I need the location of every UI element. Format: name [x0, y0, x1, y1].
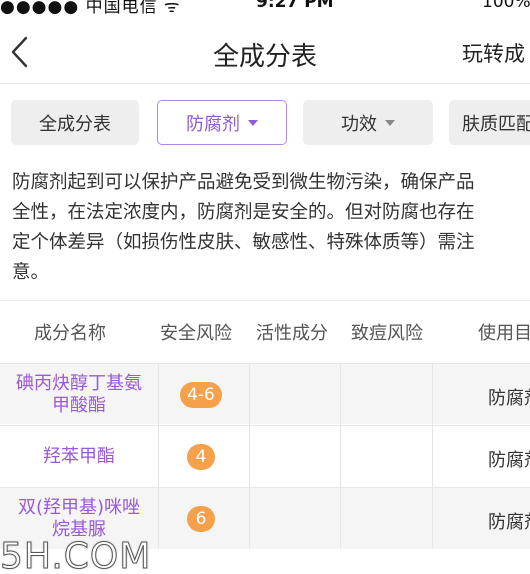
ingredient-name-line: 甲酸酯	[52, 394, 106, 416]
usage-purpose: 防腐剂	[488, 450, 530, 471]
status-time: 9:27 PM	[256, 0, 334, 12]
ingredient-name-line: 碘丙炔醇丁基氨	[16, 372, 142, 394]
column-divider	[432, 488, 433, 549]
filter-all-ingredients[interactable]: 全成分表	[11, 100, 139, 145]
filter-preservatives[interactable]: 防腐剂	[157, 100, 287, 145]
table-row[interactable]: 羟苯甲酯 4 防腐剂	[0, 425, 530, 487]
filter-skin-match[interactable]: 肤质匹配	[449, 100, 530, 145]
column-header-active: 活性成分	[256, 323, 328, 344]
page-title: 全成分表	[212, 42, 317, 72]
status-bar: ●●●●● 中国电信 ᯤ 9:27 PM 100%	[0, 0, 530, 17]
description-line: 防腐剂起到可以保护产品避免受到微生物污染，确保产品	[12, 172, 475, 193]
risk-badge: 4	[187, 444, 215, 470]
ingredient-name-line: 羟苯甲酯	[43, 445, 115, 467]
description-line: 全性，在法定浓度内，防腐剂是安全的。但对防腐也存在	[12, 202, 475, 223]
ingredient-name-line: 双(羟甲基)咪唑	[17, 496, 141, 518]
column-header-safety: 安全风险	[160, 323, 232, 344]
ingredient-name[interactable]: 碘丙炔醇丁基氨 甲酸酯	[0, 364, 158, 425]
caret-down-icon	[385, 119, 395, 126]
column-divider	[340, 426, 341, 487]
usage-purpose: 防腐剂	[488, 512, 530, 533]
nav-bar: 全成分表 玩转成	[0, 22, 530, 84]
column-divider	[340, 488, 341, 549]
column-header-use: 使用目	[478, 323, 530, 344]
table-row[interactable]: 碘丙炔醇丁基氨 甲酸酯 4-6 防腐剂	[0, 363, 530, 425]
filter-label: 肤质匹配	[462, 113, 530, 135]
column-divider	[249, 364, 250, 425]
filter-tabs: 全成分表 防腐剂 功效 肤质匹配	[0, 100, 530, 146]
filter-label: 防腐剂	[186, 113, 240, 135]
filter-label: 全成分表	[39, 113, 111, 135]
description-text: 防腐剂起到可以保护产品避免受到微生物污染，确保产品 全性，在法定浓度内，防腐剂是…	[12, 168, 530, 288]
column-divider	[158, 488, 159, 549]
column-divider	[249, 488, 250, 549]
caret-down-icon	[248, 119, 258, 126]
column-divider	[249, 426, 250, 487]
description-line: 定个体差异（如损伤性皮肤、敏感性、特殊体质等）需注	[12, 232, 475, 253]
usage-purpose: 防腐剂	[488, 388, 530, 409]
carrier-label: ●●●●● 中国电信 ᯤ	[0, 0, 181, 17]
battery-label: 100%	[482, 0, 530, 12]
column-header-name: 成分名称	[34, 323, 106, 344]
ingredient-name[interactable]: 羟苯甲酯	[0, 426, 158, 487]
nav-right-link[interactable]: 玩转成	[462, 38, 525, 68]
column-header-acne: 致痘风险	[351, 323, 423, 344]
column-divider	[158, 364, 159, 425]
column-divider	[432, 426, 433, 487]
column-divider	[340, 364, 341, 425]
watermark-logo: 5H.COM	[0, 536, 152, 574]
risk-badge: 4-6	[180, 382, 222, 408]
filter-label: 功效	[341, 113, 377, 135]
column-divider	[432, 364, 433, 425]
risk-badge: 6	[187, 506, 215, 532]
table-header: 成分名称 安全风险 活性成分 致痘风险 使用目	[0, 300, 530, 360]
column-divider	[158, 426, 159, 487]
filter-efficacy[interactable]: 功效	[303, 100, 433, 145]
description-line: 意。	[12, 262, 50, 283]
